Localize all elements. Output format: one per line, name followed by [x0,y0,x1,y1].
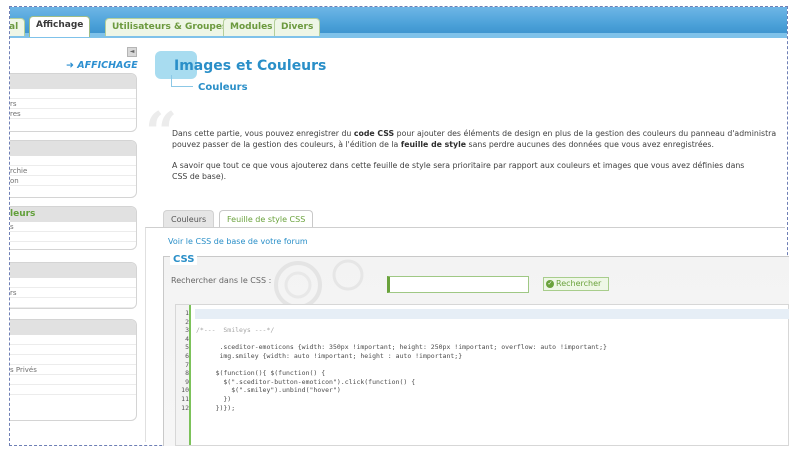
code-line: img.smiley {width: auto !important; heig… [196,352,463,360]
top-tab-bar: al Affichage Utilisateurs & Groupes Modu… [10,7,787,38]
sidebar-box-1: rs res [10,73,137,132]
intro-bold-feuille-de-style: feuille de style [400,140,467,149]
sidebar-box-header [10,141,136,156]
sidebar: ◄ ➜ AFFICHAGE rs res rchie on leurs s rs [10,38,145,445]
page-title: Images et Couleurs [174,58,327,74]
sidebar-item[interactable] [10,375,136,385]
sidebar-box-5: s Privés [10,319,137,421]
code-line: }) [196,395,232,403]
sidebar-item[interactable] [10,232,136,242]
css-code-editor[interactable]: 1 2 3/*--- Smileys ---*/4 5 .sceditor-emoti… [175,304,789,446]
search-button[interactable]: ✓ Rechercher [543,277,609,291]
tab-couleurs[interactable]: Couleurs [163,210,215,228]
line-number: 3 [185,326,189,335]
code-line: /*--- Smileys ---*/ [196,326,275,335]
sidebar-item[interactable]: on [10,176,136,186]
intro-text: sans perdre aucunes des données que vous… [466,140,714,149]
intro-text: pouvez passer de la gestion des couleurs… [172,140,401,149]
line-number: 12 [181,403,189,412]
line-number: 10 [181,386,189,395]
tab-modules[interactable]: Modules [223,18,280,36]
sidebar-box-2: rchie on [10,140,137,198]
sidebar-item[interactable] [10,156,136,166]
sidebar-section-title: ➜ AFFICHAGE [66,60,138,71]
search-button-label: Rechercher [556,279,602,288]
note-text: A savoir que tout ce que vous ajouterez … [172,161,745,170]
intro-text: Dans cette partie, vous pouvez enregistr… [172,129,354,138]
sidebar-box-header[interactable]: leurs [10,207,136,222]
sidebar-item[interactable]: rs [10,288,136,298]
subtitle-connector [171,75,183,87]
line-number: 7 [185,360,189,369]
line-number: 4 [185,334,189,343]
intro-text: pour ajouter des éléments de design en p… [394,129,777,138]
sidebar-box-header [10,74,136,89]
sidebar-item-messages-prives[interactable]: s Privés [10,365,136,375]
sidebar-item[interactable] [10,242,136,249]
sidebar-box-3: leurs s [10,206,137,250]
css-legend: CSS [170,254,198,265]
note-text: CSS de base). [172,172,227,181]
sidebar-item[interactable]: rs [10,99,136,109]
sidebar-item[interactable] [10,89,136,99]
subtitle-connector-line [183,86,193,87]
tab-utilisateurs-groupes[interactable]: Utilisateurs & Groupes [105,18,235,36]
line-number: 8 [185,369,189,378]
sidebar-box-header [10,320,136,335]
code-line: $(function(){ $(function() { [196,369,326,378]
tab-feuille-de-style-css[interactable]: Feuille de style CSS [219,210,314,228]
tab-general[interactable]: al [10,18,26,36]
tab-affichage[interactable]: Affichage [29,16,91,37]
sidebar-box-header [10,263,136,278]
sidebar-item[interactable] [10,345,136,355]
sidebar-item[interactable]: s [10,222,136,232]
note-paragraph: A savoir que tout ce que vous ajouterez … [172,160,792,182]
collapse-sidebar-icon[interactable]: ◄ [127,47,137,57]
line-number: 5 [185,343,189,352]
line-number: 1 [185,309,189,317]
sidebar-item[interactable] [10,355,136,365]
sidebar-item[interactable] [10,298,136,308]
current-line-highlight [195,309,789,319]
sidebar-item[interactable] [10,385,136,395]
line-number: 6 [185,352,189,360]
sidebar-item[interactable]: res [10,109,136,119]
code-line: $(".smiley").unbind("hover") [196,386,341,395]
sidebar-item[interactable]: rchie [10,166,136,176]
line-number: 11 [181,395,189,403]
sidebar-item[interactable] [10,278,136,288]
check-icon: ✓ [546,280,554,288]
view-base-css-link[interactable]: Voir le CSS de base de votre forum [168,237,308,246]
line-number: 9 [185,377,189,386]
search-label: Rechercher dans le CSS : [171,276,272,285]
page-subtitle: Couleurs [198,82,248,93]
search-css-input[interactable] [387,276,529,293]
code-line: })}); [196,403,236,412]
sidebar-box-4: rs [10,262,137,309]
intro-paragraph: Dans cette partie, vous pouvez enregistr… [172,128,792,150]
code-line: $(".sceditor-button-emoticon").click(fun… [196,377,416,386]
intro-bold-code-css: code CSS [353,129,395,138]
sidebar-item[interactable] [10,335,136,345]
tab-divers[interactable]: Divers [274,18,321,36]
line-number: 2 [185,317,189,326]
code-line: .sceditor-emoticons {width: 350px !impor… [196,343,607,352]
